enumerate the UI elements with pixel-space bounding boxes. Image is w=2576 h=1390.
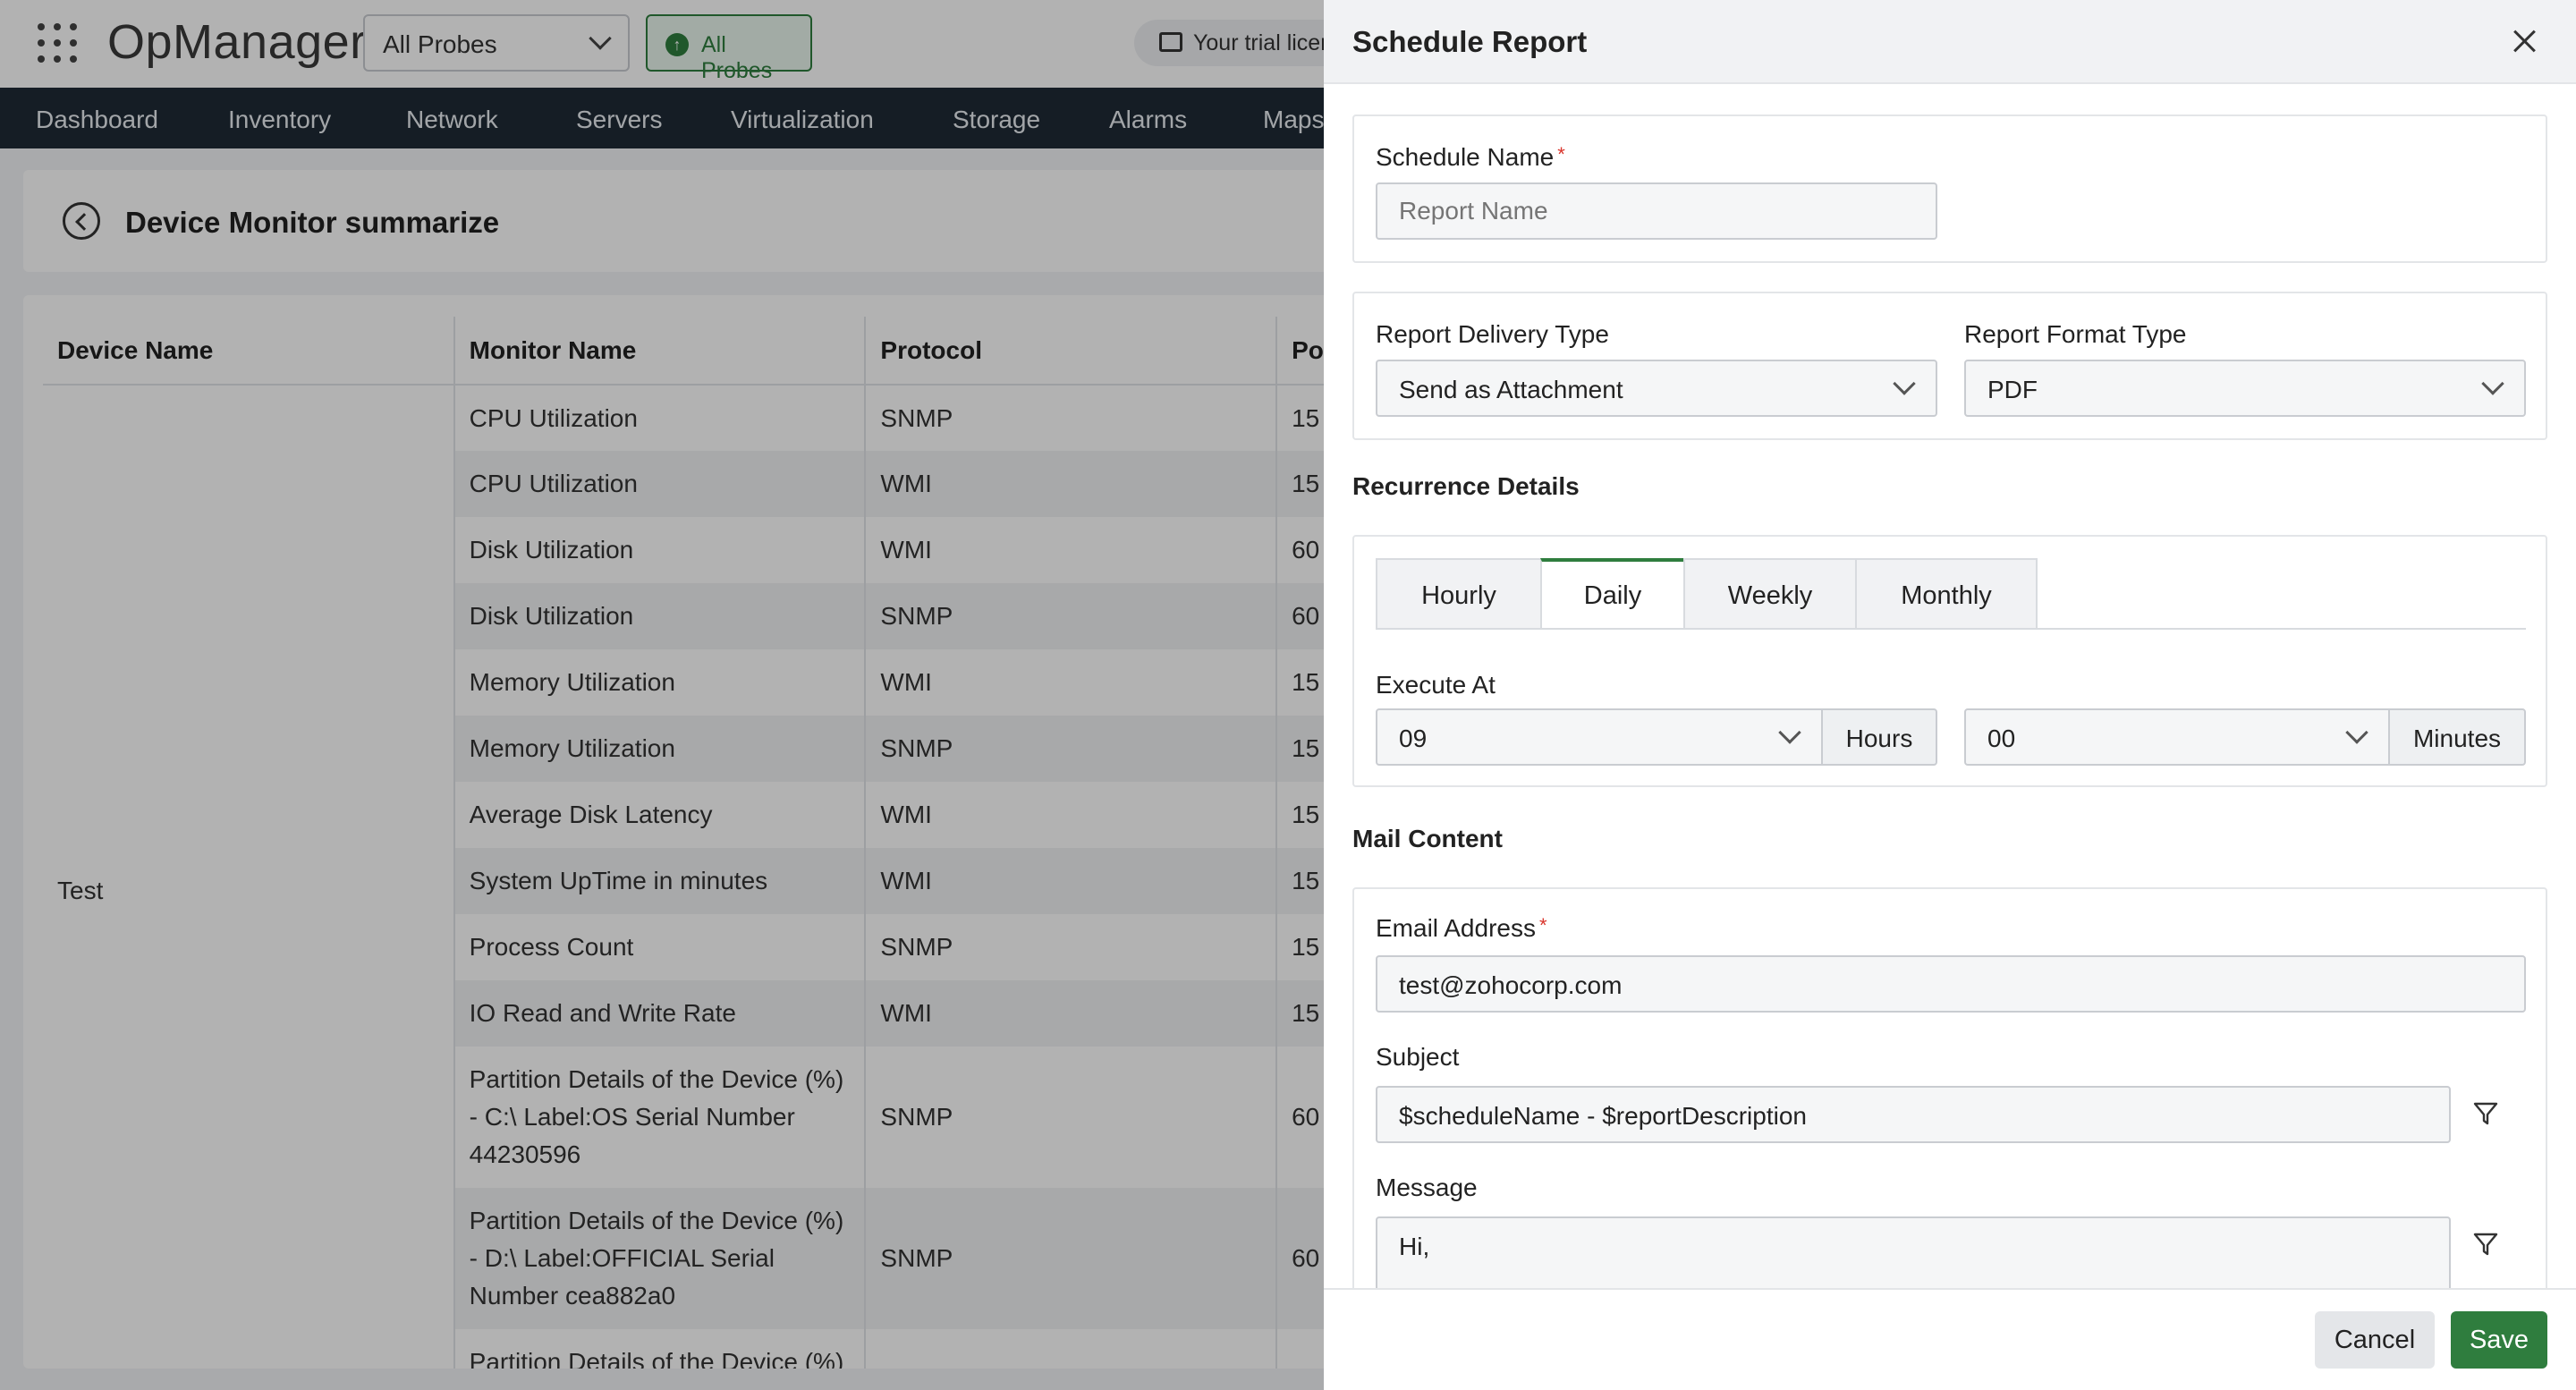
required-mark: * <box>1557 143 1565 165</box>
email-label: Email Address * <box>1376 914 1547 943</box>
modal-backdrop[interactable] <box>0 0 1324 1390</box>
delivery-type-value: Send as Attachment <box>1399 376 1623 403</box>
drawer-footer: Cancel Save <box>1324 1288 2576 1390</box>
schedule-name-card: Schedule Name * <box>1352 114 2547 263</box>
tab-divider <box>1376 628 2526 630</box>
minutes-value: 00 <box>1987 725 2016 752</box>
recurrence-section-title: Recurrence Details <box>1352 472 1580 500</box>
schedule-report-drawer: Schedule Report Schedule Name* Report De… <box>1324 0 2576 1390</box>
minutes-unit: Minutes <box>2388 708 2526 766</box>
format-type-value: PDF <box>1987 376 2038 403</box>
delivery-type-select[interactable]: Send as Attachment <box>1376 360 1937 417</box>
mail-section-title: Mail Content <box>1352 825 1503 852</box>
format-type-label: Report Format Type <box>1964 320 2187 348</box>
schedule-name-label: Schedule Name * <box>1376 143 1565 172</box>
message-label: Message <box>1376 1174 1478 1201</box>
message-field[interactable]: Hi, <box>1376 1216 2451 1288</box>
hours-select[interactable]: 09 <box>1376 708 1823 766</box>
drawer-header: Schedule Report <box>1324 0 2576 84</box>
chevron-down-icon <box>2345 721 2368 744</box>
save-button[interactable]: Save <box>2451 1311 2547 1369</box>
filter-icon[interactable] <box>2472 1100 2499 1127</box>
mail-content-card: Email Address * test@zohocorp.com Subject… <box>1352 887 2547 1288</box>
report-type-card: Report Delivery Type Send as Attachment … <box>1352 292 2547 440</box>
subject-field[interactable]: $scheduleName - $reportDescription <box>1376 1086 2451 1143</box>
schedule-name-input[interactable] <box>1376 182 1937 240</box>
hours-unit: Hours <box>1821 708 1937 766</box>
subject-label: Subject <box>1376 1043 1460 1071</box>
delivery-type-label: Report Delivery Type <box>1376 320 1609 348</box>
tab-monthly[interactable]: Monthly <box>1855 558 2038 630</box>
hours-value: 09 <box>1399 725 1428 752</box>
chevron-down-icon <box>1778 721 1801 744</box>
drawer-title: Schedule Report <box>1352 25 1588 58</box>
schedule-name-label-text: Schedule Name <box>1376 143 1555 171</box>
recurrence-card: Hourly Daily Weekly Monthly Execute At 0… <box>1352 535 2547 787</box>
minutes-select[interactable]: 00 <box>1964 708 2390 766</box>
chevron-down-icon <box>2481 372 2504 395</box>
close-icon[interactable] <box>2508 25 2540 57</box>
tab-hourly[interactable]: Hourly <box>1376 558 1542 630</box>
email-field[interactable]: test@zohocorp.com <box>1376 955 2526 1013</box>
tab-daily[interactable]: Daily <box>1540 558 1685 630</box>
required-mark: * <box>1538 914 1547 937</box>
filter-icon[interactable] <box>2472 1231 2499 1258</box>
cancel-button[interactable]: Cancel <box>2315 1311 2435 1369</box>
execute-at-label: Execute At <box>1376 671 1496 699</box>
chevron-down-icon <box>1893 372 1916 395</box>
drawer-body[interactable]: Schedule Name* Report Delivery Type Send… <box>1324 84 2576 1288</box>
tab-weekly[interactable]: Weekly <box>1683 558 1857 630</box>
format-type-select[interactable]: PDF <box>1964 360 2526 417</box>
email-label-text: Email Address <box>1376 914 1536 942</box>
